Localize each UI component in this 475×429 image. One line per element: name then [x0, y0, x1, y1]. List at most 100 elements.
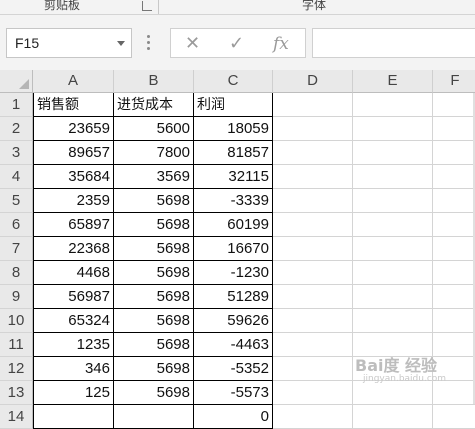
cell-d1[interactable]: [273, 93, 353, 117]
row-header-12[interactable]: 12: [0, 357, 33, 381]
row-header-14[interactable]: 14: [0, 405, 33, 429]
cell-f4[interactable]: [433, 165, 475, 189]
row-header-3[interactable]: 3: [0, 141, 33, 165]
cell-e10[interactable]: [353, 309, 433, 333]
cell-b7[interactable]: 5698: [114, 237, 194, 261]
cell-e9[interactable]: [353, 285, 433, 309]
row-header-13[interactable]: 13: [0, 381, 33, 405]
cell-b5[interactable]: 5698: [114, 189, 194, 213]
cell-d8[interactable]: [273, 261, 353, 285]
column-header-d[interactable]: D: [273, 70, 353, 93]
cell-c2[interactable]: 18059: [194, 117, 273, 141]
cell-b14[interactable]: [114, 405, 194, 429]
cell-b1[interactable]: 进货成本: [114, 93, 194, 117]
row-header-10[interactable]: 10: [0, 309, 33, 333]
cell-a7[interactable]: 22368: [33, 237, 114, 261]
row-header-2[interactable]: 2: [0, 117, 33, 141]
cell-c3[interactable]: 81857: [194, 141, 273, 165]
cell-a3[interactable]: 89657: [33, 141, 114, 165]
cell-c1[interactable]: 利润: [194, 93, 273, 117]
cell-e5[interactable]: [353, 189, 433, 213]
column-header-b[interactable]: B: [114, 70, 194, 93]
cell-b9[interactable]: 5698: [114, 285, 194, 309]
dialog-launcher-icon[interactable]: [142, 1, 152, 11]
cell-b10[interactable]: 5698: [114, 309, 194, 333]
cell-e14[interactable]: [353, 405, 433, 429]
cell-d3[interactable]: [273, 141, 353, 165]
insert-function-icon[interactable]: fx: [273, 34, 289, 54]
row-header-8[interactable]: 8: [0, 261, 33, 285]
cell-d7[interactable]: [273, 237, 353, 261]
cell-a14[interactable]: [33, 405, 114, 429]
row-header-11[interactable]: 11: [0, 333, 33, 357]
cell-b4[interactable]: 3569: [114, 165, 194, 189]
cell-d12[interactable]: [273, 357, 353, 381]
enter-icon[interactable]: ✓: [229, 33, 244, 54]
cell-e8[interactable]: [353, 261, 433, 285]
cancel-icon[interactable]: ✕: [185, 33, 200, 54]
cell-f8[interactable]: [433, 261, 475, 285]
cell-a2[interactable]: 23659: [33, 117, 114, 141]
cell-c6[interactable]: 60199: [194, 213, 273, 237]
cell-f5[interactable]: [433, 189, 475, 213]
column-header-e[interactable]: E: [353, 70, 433, 93]
cell-e4[interactable]: [353, 165, 433, 189]
cell-d9[interactable]: [273, 285, 353, 309]
cell-e1[interactable]: [353, 93, 433, 117]
cell-d13[interactable]: [273, 381, 353, 405]
cell-f1[interactable]: [433, 93, 475, 117]
cell-a10[interactable]: 65324: [33, 309, 114, 333]
cell-d10[interactable]: [273, 309, 353, 333]
cell-c7[interactable]: 16670: [194, 237, 273, 261]
select-all-corner[interactable]: [0, 70, 33, 93]
column-header-c[interactable]: C: [194, 70, 273, 93]
cell-d5[interactable]: [273, 189, 353, 213]
cell-c8[interactable]: -1230: [194, 261, 273, 285]
cell-f9[interactable]: [433, 285, 475, 309]
row-header-7[interactable]: 7: [0, 237, 33, 261]
row-header-5[interactable]: 5: [0, 189, 33, 213]
cell-a4[interactable]: 35684: [33, 165, 114, 189]
cell-a11[interactable]: 1235: [33, 333, 114, 357]
cell-c9[interactable]: 51289: [194, 285, 273, 309]
cell-f10[interactable]: [433, 309, 475, 333]
cell-d11[interactable]: [273, 333, 353, 357]
chevron-down-icon[interactable]: [117, 41, 125, 46]
cell-c5[interactable]: -3339: [194, 189, 273, 213]
cell-d2[interactable]: [273, 117, 353, 141]
cell-c14[interactable]: 0: [194, 405, 273, 429]
cell-b2[interactable]: 5600: [114, 117, 194, 141]
row-header-9[interactable]: 9: [0, 285, 33, 309]
cell-a6[interactable]: 65897: [33, 213, 114, 237]
cell-e3[interactable]: [353, 141, 433, 165]
cell-a1[interactable]: 销售额: [33, 93, 114, 117]
row-header-4[interactable]: 4: [0, 165, 33, 189]
cell-b11[interactable]: 5698: [114, 333, 194, 357]
cell-c13[interactable]: -5573: [194, 381, 273, 405]
cell-c11[interactable]: -4463: [194, 333, 273, 357]
cell-c12[interactable]: -5352: [194, 357, 273, 381]
column-header-a[interactable]: A: [33, 70, 114, 93]
name-box[interactable]: F15: [6, 28, 132, 58]
cell-e7[interactable]: [353, 237, 433, 261]
cell-b8[interactable]: 5698: [114, 261, 194, 285]
cell-e6[interactable]: [353, 213, 433, 237]
cell-f2[interactable]: [433, 117, 475, 141]
cell-f6[interactable]: [433, 213, 475, 237]
cell-d4[interactable]: [273, 165, 353, 189]
cell-f7[interactable]: [433, 237, 475, 261]
cell-a13[interactable]: 125: [33, 381, 114, 405]
column-header-f[interactable]: F: [433, 70, 475, 93]
cell-f14[interactable]: [433, 405, 475, 429]
cell-b12[interactable]: 5698: [114, 357, 194, 381]
cell-e2[interactable]: [353, 117, 433, 141]
cell-a12[interactable]: 346: [33, 357, 114, 381]
cell-f3[interactable]: [433, 141, 475, 165]
formula-input[interactable]: [312, 28, 475, 58]
cell-a5[interactable]: 2359: [33, 189, 114, 213]
cell-b3[interactable]: 7800: [114, 141, 194, 165]
cell-a9[interactable]: 56987: [33, 285, 114, 309]
row-header-1[interactable]: 1: [0, 93, 33, 117]
cell-c10[interactable]: 59626: [194, 309, 273, 333]
cell-a8[interactable]: 4468: [33, 261, 114, 285]
